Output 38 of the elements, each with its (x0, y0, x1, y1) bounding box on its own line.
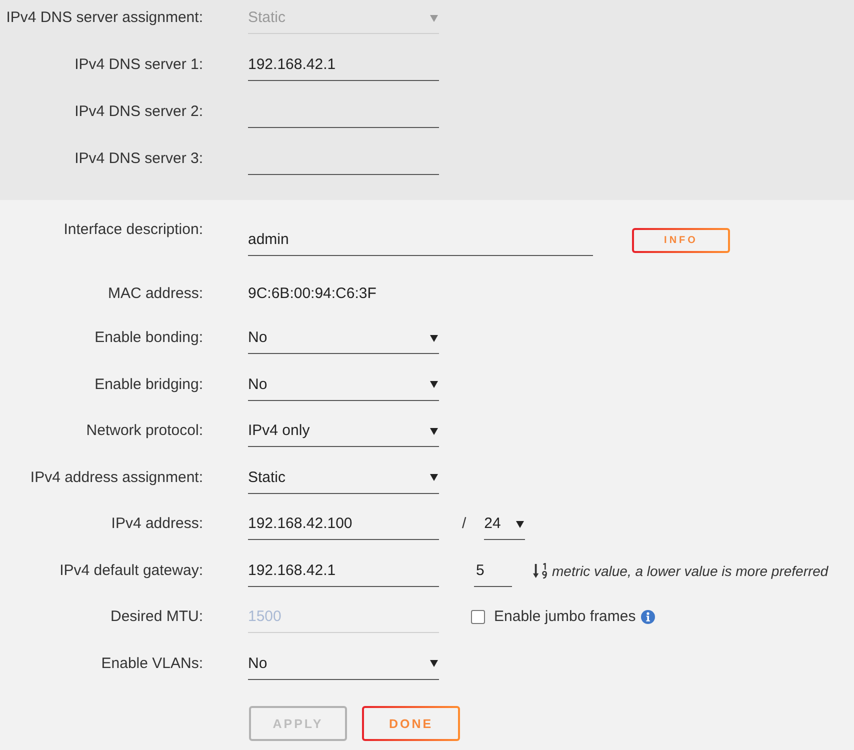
field-label: IPv4 DNS server 1: (74, 55, 203, 75)
sort-icon (533, 562, 548, 578)
caret-icon (430, 474, 438, 481)
caret-icon (430, 660, 438, 667)
info-icon[interactable] (640, 610, 655, 624)
description-field[interactable]: admin (248, 228, 593, 256)
field-value: 9C:6B:00:94:C6:3F (248, 284, 376, 304)
field-label: Desired MTU: (109, 607, 203, 627)
field-label: Network protocol: (85, 421, 203, 441)
caret-icon (430, 334, 438, 342)
metric-field[interactable]: 5 (474, 558, 512, 586)
dropdown[interactable]: IPv4 only (248, 419, 439, 447)
checkbox-label: Enable jumbo frames (494, 607, 636, 627)
field-label: IPv4 address: (110, 514, 203, 534)
input-field[interactable]: 192.168.42.1 (248, 53, 439, 81)
field-label: IPv4 DNS server assignment: (5, 8, 203, 28)
field-label: IPv4 DNS server 3: (74, 149, 203, 169)
dropdown[interactable]: Static (248, 466, 439, 494)
caret-icon (430, 428, 438, 434)
caret-icon (430, 14, 438, 22)
caret-icon (516, 520, 524, 528)
dropdown[interactable]: No (248, 326, 439, 354)
dropdown[interactable]: No (248, 372, 439, 400)
prefix-dropdown[interactable]: 24 (484, 512, 526, 540)
field-label: Enable bridging: (94, 374, 203, 394)
field-label: IPv4 address assignment: (29, 468, 203, 488)
field-label: Interface description: (62, 220, 203, 240)
field-label: IPv4 default gateway: (58, 560, 203, 580)
input-field[interactable]: 192.168.42.100 (248, 512, 439, 540)
field-label: IPv4 DNS server 2: (74, 102, 203, 122)
field-label: MAC address: (106, 284, 203, 304)
dropdown[interactable]: No (248, 652, 439, 680)
input-field[interactable]: 192.168.42.1 (248, 558, 439, 586)
prefix-separator: / (462, 514, 466, 534)
field-label: Enable bonding: (94, 328, 203, 348)
metric-hint: metric value, a lower value is more preferred (552, 562, 828, 580)
caret-icon (430, 381, 438, 388)
field-label: Enable VLANs: (100, 654, 203, 674)
